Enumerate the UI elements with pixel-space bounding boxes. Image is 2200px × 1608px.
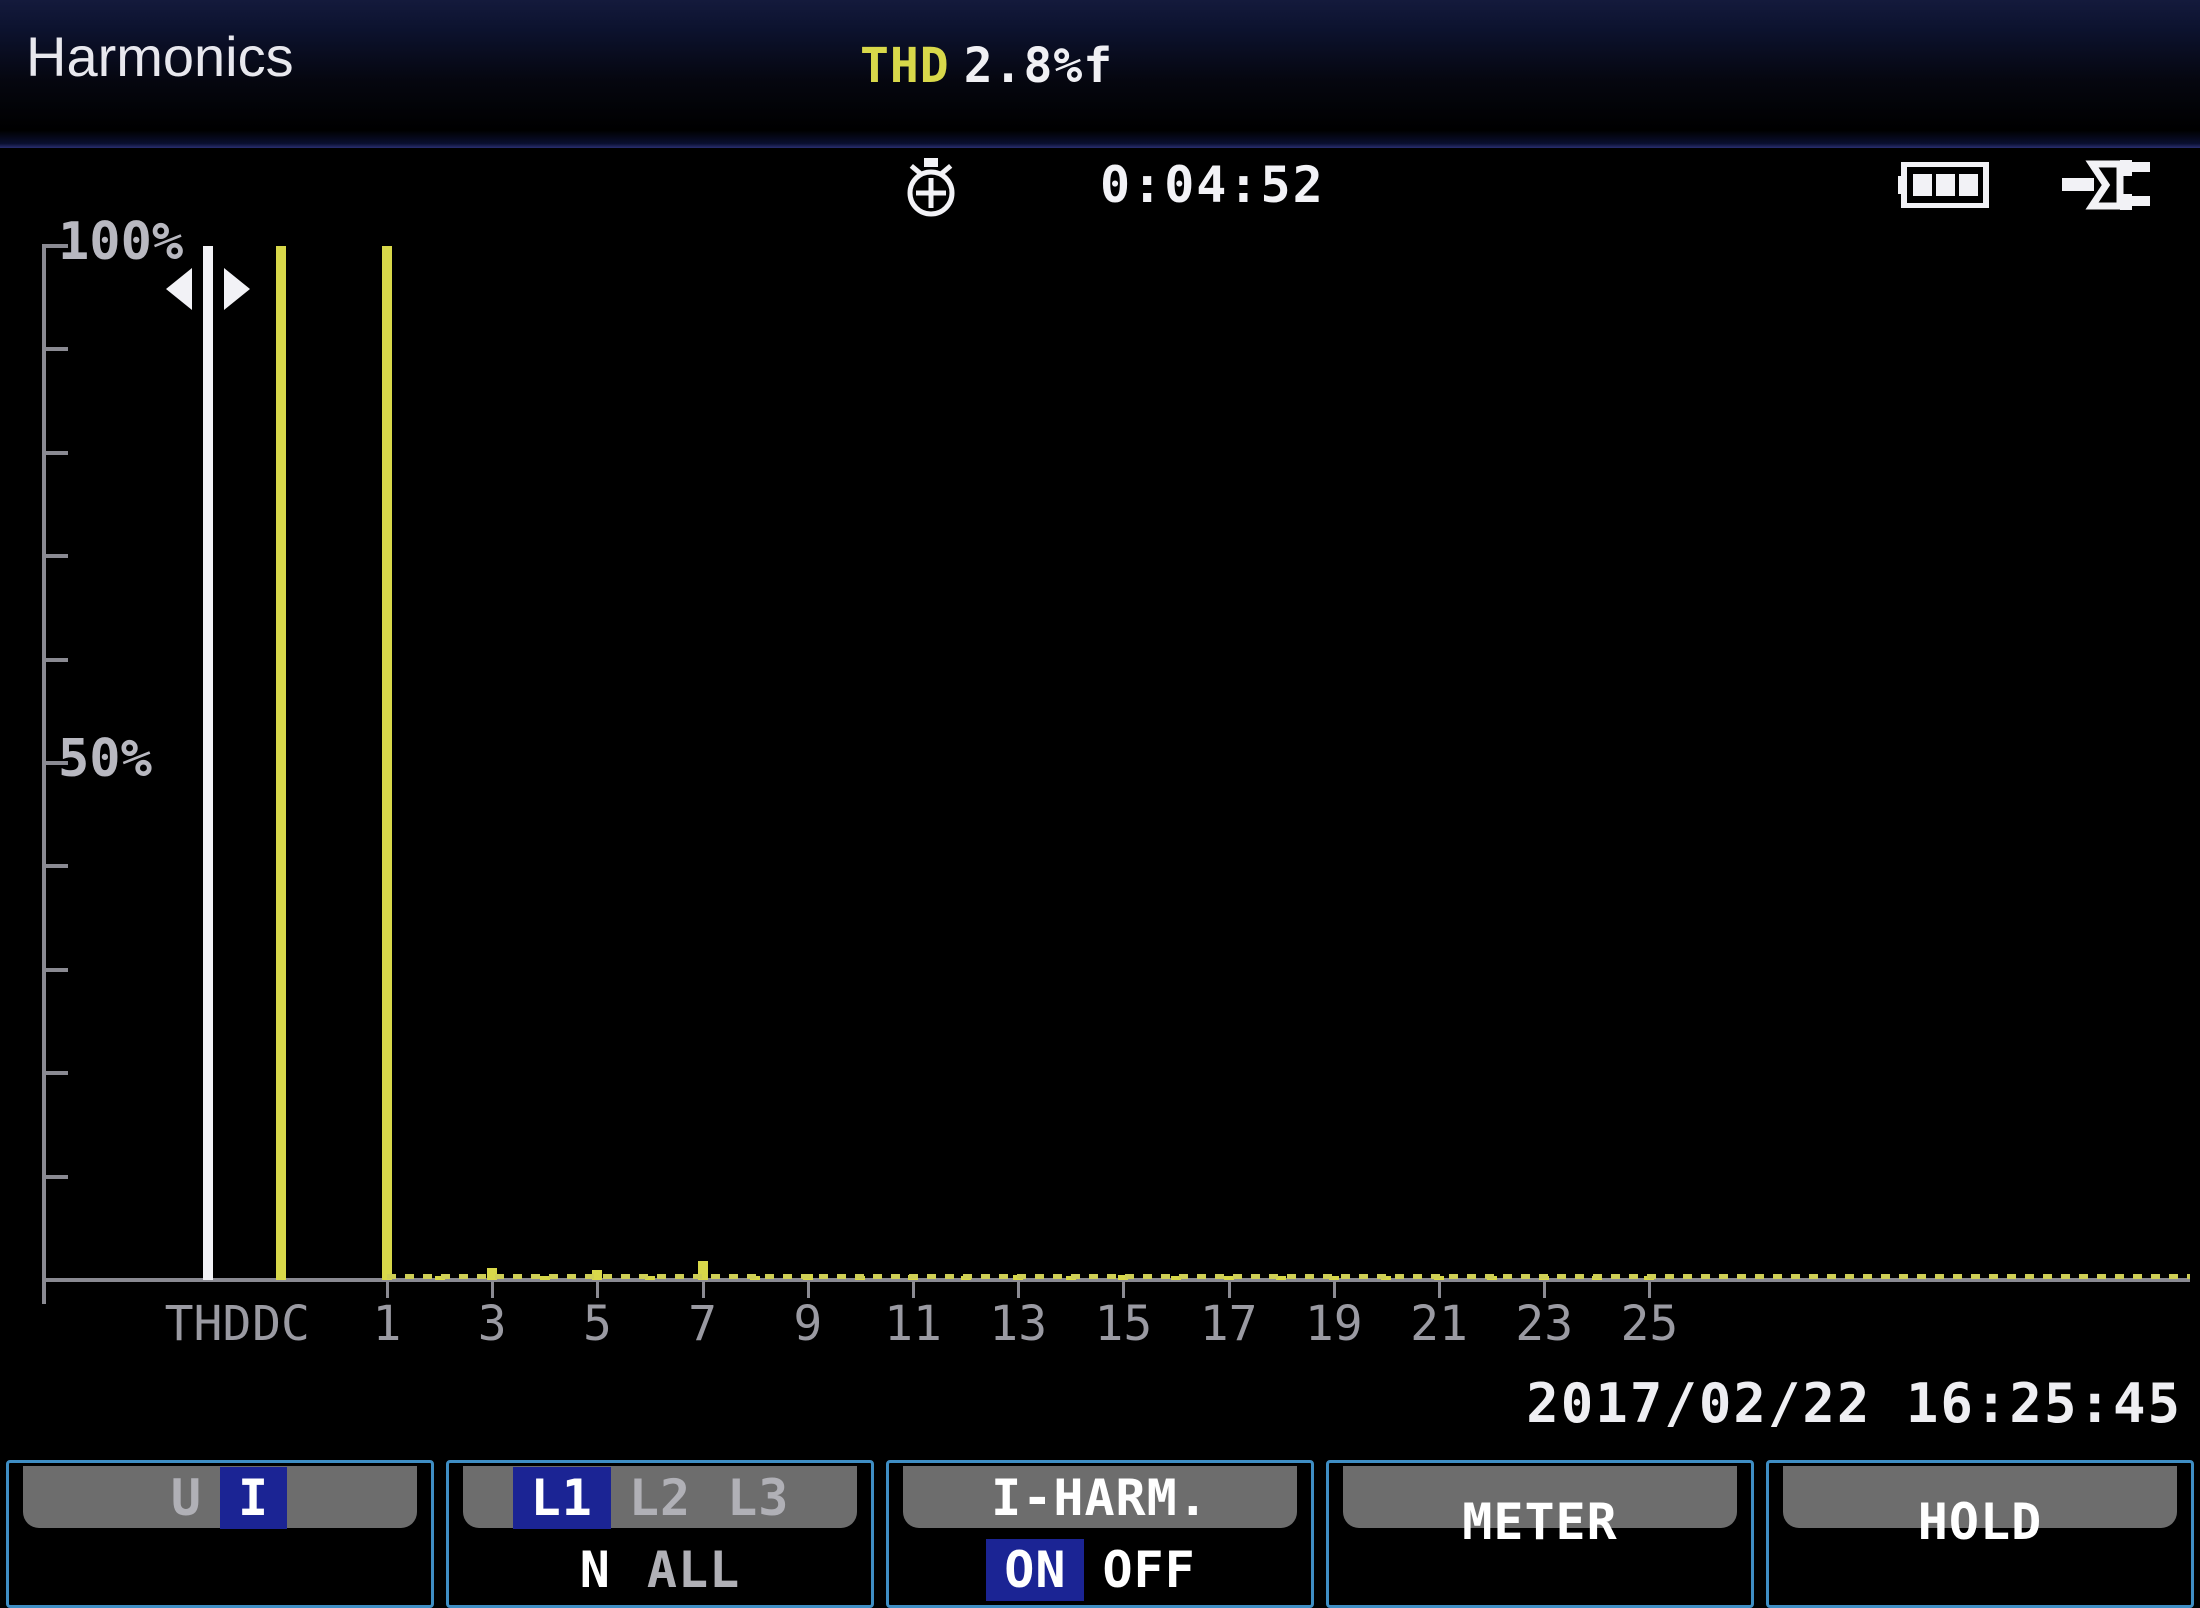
softkey-option-l1[interactable]: L1: [512, 1467, 611, 1529]
softkey-option-l2[interactable]: L2: [611, 1467, 709, 1529]
softkey-bottom-row: ON OFF: [889, 1539, 1311, 1601]
harmonic-bar: [382, 246, 392, 1280]
softkey-bottom-row: N ALL: [449, 1539, 871, 1601]
triangle-right-icon[interactable]: [224, 268, 250, 310]
softkey-option-l3[interactable]: L3: [709, 1467, 807, 1529]
x-axis-label: 21: [1410, 1296, 1468, 1352]
x-axis-label: 25: [1620, 1296, 1679, 1352]
softkey-option-n[interactable]: N: [562, 1539, 629, 1601]
datetime-stamp: 2017/02/22 16:25:45: [1526, 1372, 2182, 1435]
cursor-bar[interactable]: [203, 246, 213, 1280]
x-axis-label: 17: [1199, 1296, 1258, 1352]
title-bar: Harmonics THD 2.8%f: [0, 0, 2200, 148]
power-plug-icon: [2062, 158, 2162, 212]
softkey-label-row: HOLD: [1769, 1493, 2191, 1551]
harmonic-bar: [276, 246, 286, 1280]
softkey-option-all[interactable]: ALL: [629, 1539, 758, 1601]
softkey-phase[interactable]: L1 L2 L3 N ALL: [446, 1460, 874, 1608]
softkey-header-row: I-HARM.: [889, 1469, 1311, 1527]
softkey-header: I-HARM.: [991, 1469, 1209, 1527]
thd-readout: THD 2.8%f: [860, 38, 1113, 94]
triangle-left-icon[interactable]: [166, 268, 192, 310]
device-screen: Harmonics THD 2.8%f 0:04:52 100% 50% THD…: [0, 0, 2200, 1608]
softkey-label-row: METER: [1329, 1493, 1751, 1551]
x-axis-label: 5: [582, 1296, 612, 1352]
x-axis-label: 19: [1304, 1296, 1363, 1352]
battery-full-icon: [1898, 161, 1994, 209]
softkey-meter[interactable]: METER: [1326, 1460, 1754, 1608]
softkey-option-on[interactable]: ON: [986, 1539, 1085, 1601]
softkey-top-row: UI: [9, 1467, 431, 1529]
x-axis-label: 15: [1094, 1296, 1153, 1352]
status-bar: 0:04:52: [0, 148, 2200, 224]
x-axis-label: 9: [793, 1296, 823, 1352]
x-axis-label: THD: [164, 1296, 252, 1352]
x-axis-label: 3: [477, 1296, 507, 1352]
stopwatch-icon: [900, 156, 962, 218]
x-axis-label: 7: [688, 1296, 718, 1352]
thd-label: THD: [860, 38, 950, 94]
softkey-option-off[interactable]: OFF: [1084, 1539, 1213, 1601]
x-axis-label: DC: [252, 1296, 310, 1352]
x-axis-label: 13: [989, 1296, 1048, 1352]
thd-value: 2.8%f: [963, 38, 1114, 94]
softkey-bar: U I L1 L2 L3 N ALL I-HARM. ON OFF METER HOLD: [0, 1460, 2200, 1608]
bar-group: [0, 224, 2200, 1280]
harmonics-chart: 100% 50% THD DC 1 3 5 7 9 11 13 15 17 19 21 23 25: [0, 212, 2200, 1352]
harmonic-baseline-dots: [387, 1274, 2190, 1279]
x-axis-label: 11: [884, 1296, 942, 1352]
softkey-option-i[interactable]: I: [220, 1467, 288, 1529]
softkey-top-row: L1 L2 L3: [449, 1467, 871, 1529]
elapsed-timer: 0:04:52: [1100, 156, 1325, 214]
softkey-i-harm[interactable]: I-HARM. ON OFF: [886, 1460, 1314, 1608]
softkey-option-u[interactable]: U: [153, 1467, 220, 1529]
softkey-label: HOLD: [1917, 1493, 2043, 1551]
softkey-uikey[interactable]: UI: [6, 1460, 434, 1608]
x-axis-label: 1: [372, 1296, 402, 1352]
softkey-hold[interactable]: HOLD: [1766, 1460, 2194, 1608]
page-title: Harmonics: [26, 25, 294, 88]
x-axis-label: 23: [1515, 1296, 1574, 1352]
softkey-label: METER: [1462, 1493, 1618, 1551]
